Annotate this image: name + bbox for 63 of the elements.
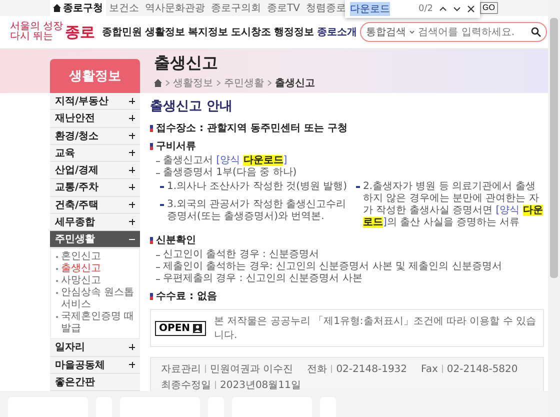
nav-item[interactable]: 종합민원 (102, 25, 142, 39)
list-item: 출생신고서 [양식 다운로드] (163, 155, 288, 167)
section-title: 생활정보 (50, 59, 140, 93)
list-item: 우편제출의 경우 : 신고인의 신분증명서 사본 (163, 273, 362, 285)
subheading: 접수장소 : 관할지역 동주민센터 또는 구청 (156, 122, 348, 135)
sidebar-subitem[interactable]: 출생신고 (61, 263, 101, 276)
subheading: 구비서류 (156, 140, 196, 153)
list-item: 신고인이 출석한 경우 : 신분증명서 (163, 249, 320, 261)
info-value: 02-2148-1932 (336, 364, 408, 374)
info-label: 최종수정일 (161, 379, 211, 392)
license-note: 본 저작물은 공공누리 「제1유형:출처표시」조건에 따라 이용할 수 있습니다. (214, 314, 538, 342)
search-scope-select[interactable]: 통합검색 (366, 25, 406, 39)
top-link[interactable]: 청렴종로 (302, 0, 349, 16)
sidebar-subitem[interactable]: 사망신고 (61, 275, 101, 288)
list-item: 2.출생자가 병원 등 의료기관에서 출생하지 않은 경우에는 분만에 관여한는 자가 작성한 출생사실 증명서면 [양식 다운로드]의 출산 사실을 증명하는 서류 (363, 181, 544, 229)
sidebar-item[interactable]: 주민생활 (50, 231, 140, 248)
nav-item[interactable]: 도시창조 (231, 25, 272, 39)
sidebar-item[interactable]: 지적/부동산 (50, 93, 140, 110)
search-field[interactable]: 검색어를 입력하세요. (418, 26, 528, 38)
license-badge: OPEN (155, 320, 206, 336)
info-label: Fax (421, 364, 438, 374)
nav-item[interactable]: 생활정보 (145, 25, 186, 39)
sidebar-item[interactable]: 교육 (50, 144, 140, 162)
sidebar-item[interactable]: 일자리 (50, 339, 140, 356)
sidebar-item[interactable]: 산업/경제 (50, 162, 140, 180)
sidebar-item[interactable]: 환경/청소 (50, 128, 140, 145)
sidebar-subitem[interactable]: 안심상속 원스톱서비스 (61, 287, 137, 312)
sidebar-item[interactable]: 세무종합 (50, 214, 140, 231)
top-link[interactable]: 종로구청 (50, 0, 106, 16)
subheading: 수수료 : 없음 (156, 290, 217, 303)
nav-item[interactable]: 종로소개 (317, 25, 358, 39)
list-item: 1.의사나 조산사가 작성한 것(병원 발행) (167, 181, 348, 194)
find-query[interactable]: 다운로드 (350, 2, 390, 16)
subheading: 신분확인 (156, 234, 196, 247)
sidebar-item[interactable]: 건축/주택 (50, 196, 140, 214)
list-item: 출생증명서 1부(다음 중 하나) (163, 167, 297, 179)
breadcrumb-link[interactable]: 출생신고 (275, 76, 315, 90)
search-bar[interactable]: 통합검색 검색어를 입력하세요. (360, 22, 548, 42)
list-item: 3.외국의 관공서가 작성한 출생신고수리증명서(또는 출생증명서)와 번역본. (167, 199, 348, 224)
top-link[interactable]: 역사문화관광 (142, 0, 208, 16)
top-link[interactable]: 종로TV (264, 0, 303, 16)
info-value: 02-2148-5820 (446, 364, 518, 374)
sidebar-item[interactable]: 교통/주차 (50, 179, 140, 196)
info-label: 전화 (307, 363, 328, 376)
info-value: 민원여권과 이수진 (210, 363, 294, 376)
info-label: 자료관리 (161, 363, 201, 376)
list-item: 제출인이 출석하는 경우: 신고인의 신분증명서 사본 및 제출인의 신분증명서 (163, 261, 502, 273)
info-value: 2023년08월11일 (220, 379, 301, 392)
breadcrumb-link[interactable]: 생활정보 (173, 76, 213, 90)
page-title: 출생신고 (154, 53, 219, 74)
section-heading: 출생신고 안내 (150, 98, 234, 115)
nav-item[interactable]: 복지정보 (188, 25, 228, 39)
sidebar-subitem[interactable]: 혼인신고 (61, 251, 101, 264)
nav-item[interactable]: 행정정보 (274, 25, 314, 39)
top-link[interactable]: 종로구의회 (208, 0, 264, 16)
breadcrumb-link[interactable]: 주민생활 (224, 76, 264, 90)
match-count: 0/2 (418, 4, 433, 14)
sidebar-item[interactable]: 마을공동체 (50, 356, 140, 374)
sidebar-item[interactable]: 재난안전 (50, 110, 140, 128)
top-link[interactable]: 보건소 (106, 0, 142, 16)
sidebar-item[interactable]: 좋은간판 (50, 374, 140, 391)
go-button[interactable]: GO (480, 2, 498, 14)
sidebar-subitem[interactable]: 국제혼인증명 때발급 (61, 311, 137, 336)
